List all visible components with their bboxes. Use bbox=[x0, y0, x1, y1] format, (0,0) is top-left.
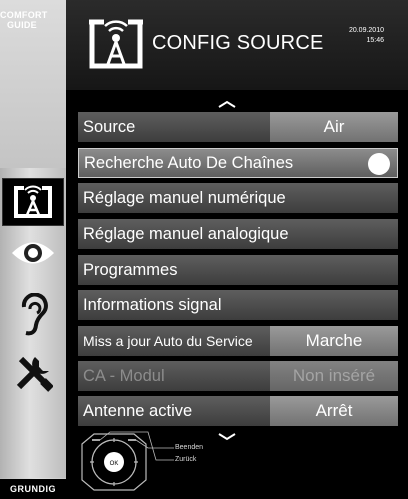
menu-category-rail bbox=[0, 168, 66, 478]
menu-item-value[interactable]: Air bbox=[270, 112, 398, 142]
menu-item-auto-channel-search[interactable]: Recherche Auto De Chaînes bbox=[78, 148, 398, 178]
ear-icon[interactable] bbox=[10, 292, 56, 338]
menu-item-signal-info[interactable]: Informations signal bbox=[78, 290, 398, 320]
menu-item-active-antenna[interactable]: Antenne active Arrêt bbox=[78, 396, 398, 426]
comfort-guide-label: COMFORT GUIDE bbox=[0, 10, 48, 30]
config-source-panel: CONFIG SOURCE 20.09.2010 15:46 Source Ai… bbox=[66, 0, 408, 499]
menu-item-label: Miss a jour Auto du Service bbox=[83, 333, 253, 349]
brand-logo: GRUNDIG bbox=[0, 479, 66, 499]
page-title: CONFIG SOURCE bbox=[152, 32, 324, 54]
menu-item-label: Réglage manuel numérique bbox=[83, 188, 286, 207]
remote-dpad-icon: OK bbox=[81, 431, 174, 491]
tools-icon[interactable] bbox=[10, 350, 56, 396]
ok-button-label: OK bbox=[110, 461, 119, 467]
menu-item-label: Réglage manuel analogique bbox=[83, 224, 289, 243]
comfort-guide-header[interactable]: COMFORT GUIDE bbox=[0, 0, 67, 168]
menu-item-manual-analog[interactable]: Réglage manuel analogique bbox=[78, 219, 398, 249]
comfort-guide-sidebar: COMFORT GUIDE GRUNDIG bbox=[0, 0, 67, 499]
menu-item-value[interactable]: Marche bbox=[270, 326, 398, 356]
menu-item-ca-module: CA - Modul Non inséré bbox=[78, 361, 398, 391]
toggle-knob-icon[interactable] bbox=[368, 153, 390, 175]
date-time: 20.09.2010 15:46 bbox=[349, 26, 384, 46]
time-text: 15:46 bbox=[366, 37, 384, 44]
menu-item-manual-digital[interactable]: Réglage manuel numérique bbox=[78, 183, 398, 213]
back-hint-label: Zurück bbox=[175, 456, 197, 463]
eye-icon[interactable] bbox=[10, 230, 56, 276]
menu-item-label: Informations signal bbox=[83, 295, 222, 314]
source-icon[interactable] bbox=[2, 178, 64, 226]
remote-nav-hint: OK Beenden Zurück bbox=[76, 430, 396, 494]
date-text: 20.09.2010 bbox=[348, 27, 384, 34]
menu-item-auto-service-update[interactable]: Miss a jour Auto du Service Marche bbox=[78, 326, 398, 356]
menu-item-label: Source bbox=[83, 117, 136, 136]
menu-item-label: CA - Modul bbox=[83, 366, 165, 385]
menu-item-value: Non inséré bbox=[270, 361, 398, 391]
exit-hint-label: Beenden bbox=[175, 444, 204, 451]
menu-item-source[interactable]: Source Air bbox=[78, 112, 398, 142]
source-icon bbox=[84, 14, 148, 76]
panel-header: CONFIG SOURCE 20.09.2010 15:46 bbox=[66, 0, 408, 90]
menu-item-label: Antenne active bbox=[83, 401, 193, 420]
scroll-up-icon[interactable] bbox=[218, 95, 236, 113]
menu-item-programmes[interactable]: Programmes bbox=[78, 255, 398, 285]
menu-item-value[interactable]: Arrêt bbox=[270, 396, 398, 426]
menu-item-label: Programmes bbox=[83, 260, 178, 279]
menu-item-label: Recherche Auto De Chaînes bbox=[84, 153, 294, 172]
